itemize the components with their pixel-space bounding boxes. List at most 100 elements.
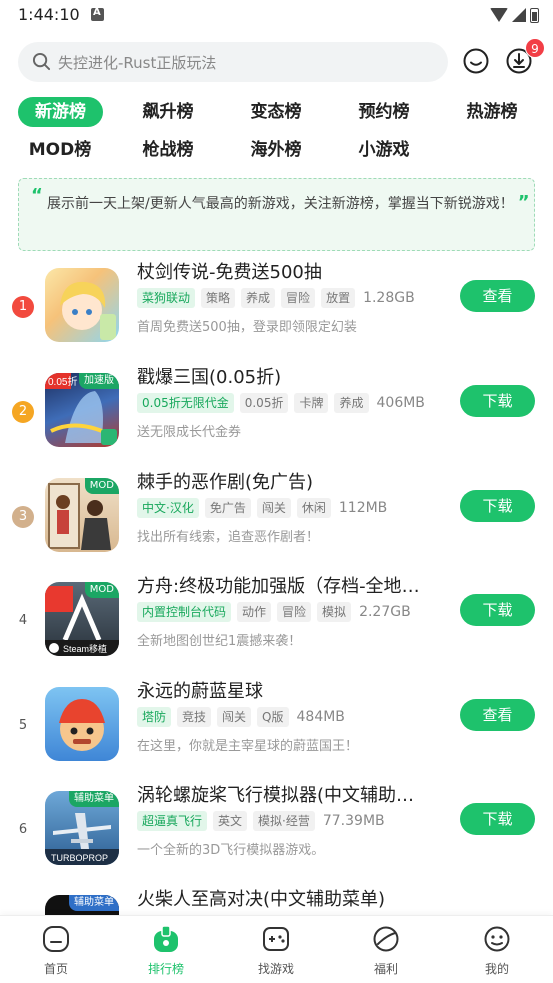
nav-find-games[interactable]: 找游戏: [236, 924, 316, 977]
game-description: 在这里，你就是主宰星球的蔚蓝国王！: [137, 739, 359, 754]
tab-modded[interactable]: 变态榜: [236, 97, 316, 127]
rank-number: 5: [18, 718, 28, 733]
rank-badge: 3: [12, 506, 34, 528]
tag: 超逼真飞行: [137, 811, 208, 831]
game-description: 找出所有线索，追查恶作剧者！: [137, 530, 320, 545]
download-button[interactable]: 下载: [460, 385, 535, 417]
nav-home[interactable]: 首页: [16, 924, 96, 977]
tag: 放置: [321, 288, 356, 308]
download-button[interactable]: 下载: [460, 594, 535, 626]
nav-ranking[interactable]: 排行榜: [126, 924, 206, 977]
game-icon[interactable]: MOD: [45, 478, 119, 552]
nav-label: 首页: [43, 962, 68, 976]
tag: Q版: [257, 707, 289, 727]
game-badge: 辅助菜单: [69, 791, 119, 807]
tab-rising[interactable]: 飙升榜: [128, 97, 208, 127]
game-description: 送无限成长代金券: [137, 425, 242, 440]
tag: 冒险: [281, 288, 316, 308]
tag: 卡牌: [294, 393, 329, 413]
rank-badge: 1: [12, 296, 34, 318]
game-size: 406MB: [376, 395, 425, 411]
tag: 养成: [334, 393, 369, 413]
game-description: 全新地图创世纪1震撼来袭！: [137, 634, 302, 649]
notification-icon: [91, 7, 104, 21]
tab-overseas[interactable]: 海外榜: [236, 135, 316, 165]
list-item[interactable]: 3 MOD 棘手的恶作剧(免广告) 中文·汉化 免广告 闯关 休闲 112MB …: [0, 472, 553, 582]
download-button[interactable]: 下载: [460, 490, 535, 522]
game-title[interactable]: 杖剑传说-免费送500抽: [137, 258, 427, 284]
tag: 冒险: [277, 602, 312, 622]
game-size: 112MB: [338, 500, 388, 516]
svg-text:0.05折: 0.05折: [48, 375, 77, 388]
nav-label: 排行榜: [147, 962, 184, 976]
tag: 策略: [201, 288, 236, 308]
nav-profile[interactable]: 我的: [457, 924, 537, 977]
list-item[interactable]: 6 TURBOPROP 辅助菜单 涡轮螺旋桨飞行模拟器(中文辅助菜单... 超逼…: [0, 785, 553, 895]
list-item[interactable]: 1 杖剑传说-免费送500抽 菜狗联动 策略 养成 冒险 放置 1.28GB 首…: [0, 262, 553, 372]
ranking-icon: [154, 925, 178, 952]
game-icon[interactable]: [45, 268, 119, 342]
game-title[interactable]: 涡轮螺旋桨飞行模拟器(中文辅助菜单...: [137, 781, 427, 807]
tab-mod[interactable]: MOD榜: [20, 135, 100, 165]
rank-number: 6: [18, 822, 28, 837]
message-icon[interactable]: [462, 47, 490, 75]
search-icon: [32, 52, 51, 71]
tag: 养成: [241, 288, 276, 308]
quote-open-icon: “: [31, 185, 43, 206]
game-icon[interactable]: Steam移植 MOD: [45, 582, 119, 656]
tag: 休闲: [296, 498, 331, 518]
game-description: 一个全新的3D飞行模拟器游戏。: [137, 843, 325, 858]
game-title[interactable]: 棘手的恶作剧(免广告): [137, 468, 427, 494]
home-icon: [43, 926, 69, 952]
svg-text:Steam移植: Steam移植: [63, 643, 107, 654]
game-icon[interactable]: TURBOPROP 辅助菜单: [45, 791, 119, 865]
game-icon[interactable]: 0.05折 加速版: [45, 373, 119, 447]
game-icon[interactable]: [45, 687, 119, 761]
tag: 模拟·经营: [253, 811, 315, 831]
tab-hot[interactable]: 热游榜: [452, 97, 532, 127]
tab-shooter[interactable]: 枪战榜: [128, 135, 208, 165]
tag-list: 超逼真飞行 英文 模拟·经营 77.39MB: [137, 811, 385, 831]
game-description: 首周免费送500抽，登录即领限定幻装: [137, 320, 357, 335]
tag: 内置控制台代码: [137, 602, 232, 622]
list-item[interactable]: 5 永远的蔚蓝星球 塔防 竞技 闯关 Q版 484MB 在这里，你就是主宰星球的…: [0, 681, 553, 791]
tag-list: 0.05折无限代金 0.05折 卡牌 养成 406MB: [137, 393, 425, 413]
tab-preorder[interactable]: 预约榜: [344, 97, 424, 127]
view-button[interactable]: 查看: [460, 280, 535, 312]
list-item[interactable]: 4 Steam移植 MOD 方舟:终极功能加强版（存档-全地图... 内置控制台…: [0, 576, 553, 686]
svg-text:TURBOPROP: TURBOPROP: [51, 853, 108, 863]
game-title[interactable]: 方舟:终极功能加强版（存档-全地图...: [137, 572, 427, 598]
tag: 模拟: [317, 602, 352, 622]
game-badge: MOD: [84, 478, 119, 494]
tag: 动作: [237, 602, 272, 622]
tag: 菜狗联动: [137, 288, 196, 308]
nav-label: 找游戏: [257, 962, 294, 976]
game-badge: MOD: [84, 582, 119, 598]
game-title[interactable]: 戳爆三国(0.05折): [137, 363, 427, 389]
info-banner: “ 展示前一天上架/更新人气最高的新游戏，关注新游榜，掌握当下新锐游戏！”: [18, 178, 535, 251]
game-badge: 加速版: [79, 373, 119, 389]
list-item[interactable]: 辅助菜单 火柴人至高对决(中文辅助菜单): [0, 889, 553, 915]
game-size: 1.28GB: [363, 290, 415, 306]
game-size: 484MB: [296, 709, 345, 725]
download-button[interactable]: 下载: [460, 803, 535, 835]
tag: 竞技: [177, 707, 212, 727]
tag-list: 菜狗联动 策略 养成 冒险 放置 1.28GB: [137, 288, 415, 308]
tag-list: 内置控制台代码 动作 冒险 模拟 2.27GB: [137, 602, 411, 622]
tag: 中文·汉化: [137, 498, 199, 518]
game-title[interactable]: 火柴人至高对决(中文辅助菜单): [137, 885, 427, 911]
search-placeholder: 失控进化-Rust正版玩法: [58, 54, 217, 72]
tag-list: 中文·汉化 免广告 闯关 休闲 112MB: [137, 498, 387, 518]
search-input[interactable]: 失控进化-Rust正版玩法: [18, 42, 448, 82]
nav-welfare[interactable]: 福利: [346, 924, 426, 977]
tab-new-games[interactable]: 新游榜: [18, 97, 103, 127]
tag: 英文: [213, 811, 248, 831]
tab-mini-games[interactable]: 小游戏: [344, 135, 424, 165]
tag-list: 塔防 竞技 闯关 Q版 484MB: [137, 707, 345, 727]
tag: 免广告: [204, 498, 251, 518]
game-icon[interactable]: 辅助菜单: [45, 895, 119, 915]
battery-icon: [530, 7, 539, 23]
game-title[interactable]: 永远的蔚蓝星球: [137, 677, 427, 703]
view-button[interactable]: 查看: [460, 699, 535, 731]
list-item[interactable]: 2 0.05折 加速版 戳爆三国(0.05折) 0.05折无限代金 0.05折 …: [0, 367, 553, 477]
